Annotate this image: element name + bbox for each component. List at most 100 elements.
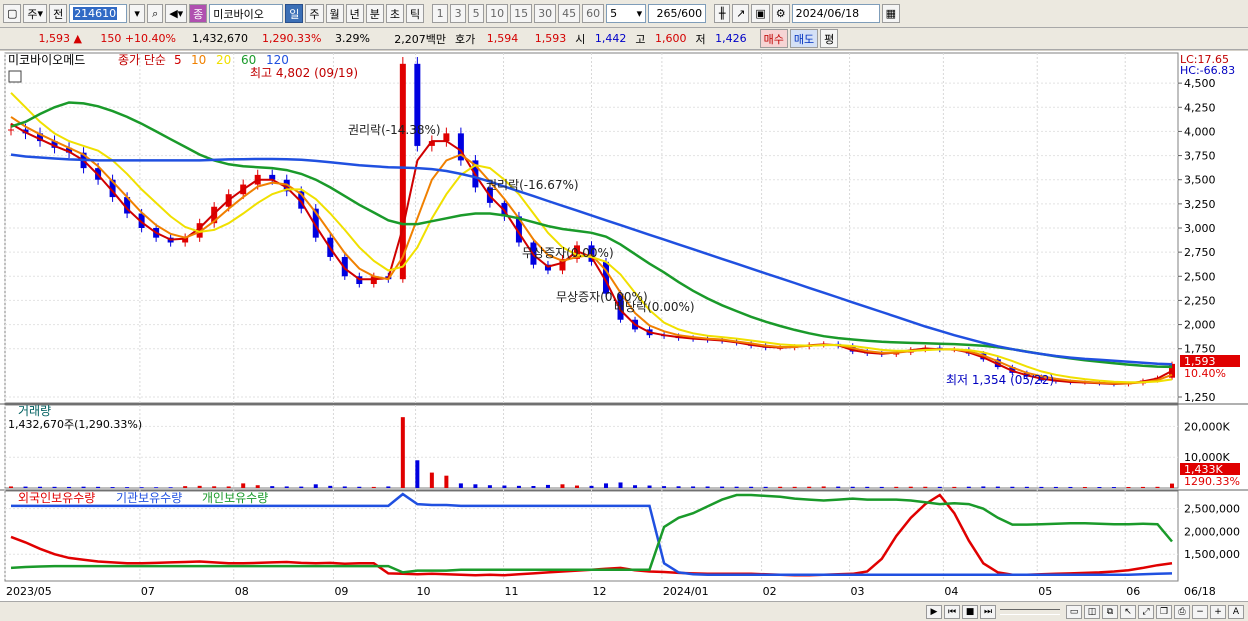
x-tick-label: 12 [593, 585, 607, 598]
volume-bar [96, 486, 101, 488]
holding-y-tick: 2,500,000 [1184, 503, 1240, 516]
crosshair-icon[interactable]: ↗ [732, 4, 750, 23]
tab-period-0[interactable]: 일 [285, 4, 304, 23]
tab-period-6[interactable]: 틱 [406, 4, 425, 23]
interval-button-5[interactable]: 5 [468, 4, 485, 23]
sell-button[interactable]: 매도 [789, 29, 819, 48]
high-price: 1,600 [655, 32, 687, 45]
volume-bar [400, 417, 405, 488]
high-label: 고 [635, 32, 646, 46]
count-field[interactable]: 265/600 [648, 4, 707, 23]
stock-badge: 종 [189, 4, 208, 23]
stop-icon[interactable]: ■ [962, 604, 978, 619]
compare-icon[interactable]: ⧉ [1102, 604, 1118, 619]
y-tick-label: 3,750 [1184, 150, 1216, 163]
copy-icon[interactable]: ❐ [1156, 604, 1172, 619]
prev-button[interactable]: 전 [49, 4, 68, 23]
drawing-tool-icon[interactable]: ↖ [1120, 604, 1136, 619]
scroll-right-icon[interactable]: ▶ [926, 604, 942, 619]
volume-bar [226, 486, 231, 488]
tab-period-1[interactable]: 주 [305, 4, 324, 23]
volume-bar [734, 486, 739, 488]
candle-body [443, 133, 450, 142]
scroll-first-icon[interactable]: ⏮ [944, 604, 960, 619]
tab-period-4[interactable]: 분 [365, 4, 384, 23]
stock-code-input[interactable]: 214610 [69, 4, 128, 23]
tab-period-2[interactable]: 월 [325, 4, 344, 23]
scroll-last-icon[interactable]: ⏭ [980, 604, 996, 619]
interval-button-30[interactable]: 30 [534, 4, 557, 23]
interval-button-15[interactable]: 15 [510, 4, 533, 23]
candle-type-icon[interactable]: ╫ [714, 4, 731, 23]
y-tick-label: 4,500 [1184, 77, 1216, 90]
y-tick-label: 4,000 [1184, 125, 1216, 138]
volume-bar [270, 486, 275, 488]
volume-bar [328, 485, 333, 488]
volume-bar [168, 487, 173, 488]
zoom-slider[interactable] [1000, 608, 1060, 615]
layout-icon[interactable]: ▭ [1066, 604, 1082, 619]
volume-bar [487, 485, 492, 488]
trade-amount: 2,207백만 [394, 32, 446, 46]
date-field[interactable]: 2024/06/18 [791, 4, 880, 23]
volume-bar [1010, 486, 1015, 488]
window-menu-icon[interactable]: ▢ [3, 4, 22, 23]
volume-bar [1140, 486, 1145, 488]
x-tick-label: 2024/01 [663, 585, 709, 598]
ask-price: 1,594 [486, 32, 519, 45]
zoom-in-icon[interactable]: + [1210, 604, 1226, 619]
high-annotation: 최고 4,802 (09/19) [250, 66, 358, 80]
chart-area[interactable]: 2023/05 07 08 09 10 11 12 2024/01 02 03 04 05 06 4,50… [0, 51, 1248, 601]
low-annotation: 최저 1,354 (05/22) [946, 373, 1054, 387]
x-tick-label: 2023/05 [6, 585, 52, 598]
volume-bar [154, 487, 159, 488]
stock-name-field: 미코바이오 [209, 4, 284, 23]
volume-bar [386, 486, 391, 488]
ma-legend-label: 종가 단순 [118, 53, 166, 67]
candle-body [399, 63, 406, 280]
average-button[interactable]: 평 [820, 29, 839, 48]
interval-button-3[interactable]: 3 [450, 4, 467, 23]
volume-bar [371, 486, 376, 488]
print-icon[interactable]: ⎙ [1174, 604, 1190, 619]
volume-bar [995, 486, 1000, 488]
search-icon[interactable]: ⌕ [147, 4, 164, 23]
interval-select[interactable]: 5 ▾ [606, 4, 647, 23]
grid-toggle-icon [8, 70, 22, 83]
code-dropdown-icon[interactable]: ▾ [129, 4, 146, 23]
zoom-out-icon[interactable]: − [1192, 604, 1208, 619]
open-price: 1,442 [594, 32, 627, 45]
x-tick-label: 06 [1126, 585, 1140, 598]
holding-legend-0: 외국인보유수량 [18, 491, 95, 505]
fit-icon[interactable]: ⤢ [1138, 604, 1154, 619]
settings-gear-icon[interactable]: ⚙ [771, 4, 790, 23]
y-tick-label: 3,250 [1184, 198, 1216, 211]
speaker-icon[interactable]: ◀▾ [165, 4, 188, 23]
font-size-icon[interactable]: A [1228, 604, 1244, 619]
tab-period-3[interactable]: 년 [345, 4, 364, 23]
calendar-icon[interactable]: ▦ [881, 4, 901, 23]
volume-bar [23, 486, 28, 488]
buy-button[interactable]: 매수 [759, 29, 788, 48]
volume-bar [574, 485, 579, 488]
x-tick-label: 04 [944, 585, 958, 598]
volume-bar [560, 484, 565, 488]
interval-button-1[interactable]: 1 [432, 4, 449, 23]
volume-bar [212, 486, 217, 488]
volume-bar [502, 485, 507, 488]
split-view-icon[interactable]: ◫ [1084, 604, 1100, 619]
volume-bar [749, 486, 754, 488]
interval-button-45[interactable]: 45 [558, 4, 581, 23]
volume-bar [705, 486, 710, 488]
open-label: 시 [575, 32, 586, 46]
chart-svg[interactable]: 2023/05 07 08 09 10 11 12 2024/01 02 03 04 05 06 4,50… [0, 51, 1248, 601]
volume-bar [473, 484, 478, 488]
tab-period-5[interactable]: 초 [385, 4, 405, 23]
interval-button-10[interactable]: 10 [486, 4, 509, 23]
save-icon[interactable]: ▣ [751, 4, 770, 23]
ask-label: 호가 [455, 32, 476, 46]
volume-bar [618, 482, 623, 488]
interval-button-60[interactable]: 60 [582, 4, 605, 23]
volume-bar [908, 486, 913, 488]
market-select[interactable]: 주 ▾ [23, 4, 48, 23]
